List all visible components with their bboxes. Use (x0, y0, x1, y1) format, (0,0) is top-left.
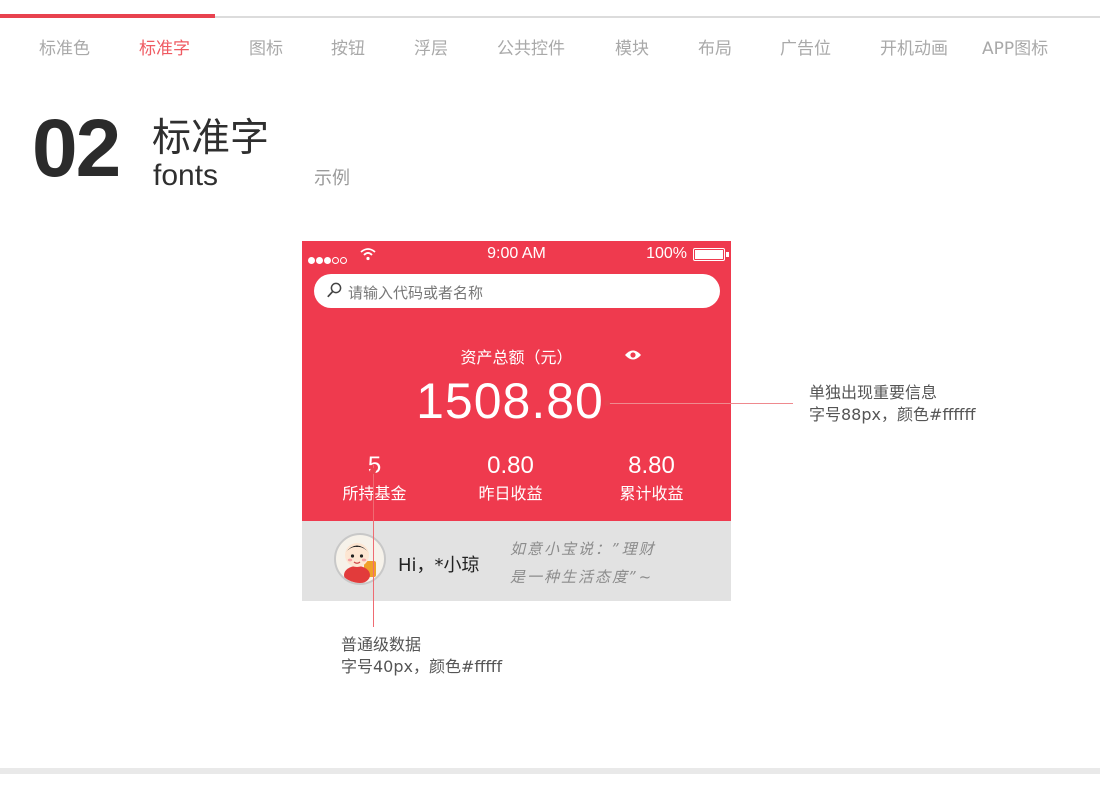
nav-item-modules[interactable]: 模块 (615, 34, 649, 59)
search-input[interactable]: 请输入代码或者名称 (314, 274, 720, 308)
nav-item-ad-slots[interactable]: 广告位 (780, 34, 831, 59)
battery-percent: 100% (646, 245, 687, 262)
asset-total-amount: 1508.80 (416, 373, 604, 429)
nav-item-app-icon[interactable]: APP图标 (982, 34, 1048, 59)
search-placeholder: 请输入代码或者名称 (348, 284, 484, 302)
nav-progress-indicator (0, 14, 215, 18)
annotation-leader-large (607, 403, 793, 404)
nav-item-icons[interactable]: 图标 (249, 34, 283, 59)
annotation-line: 字号40px，颜色#fffff (341, 657, 503, 676)
stat-total-earnings[interactable]: 8.80 累计收益 (580, 452, 723, 506)
nav-item-layout[interactable]: 布局 (698, 34, 732, 59)
section-title: 标准字 (152, 116, 270, 161)
mascot-quote: 如意小宝说：”理财 是一种生活态度”~ (510, 535, 720, 591)
nav-item-splash-animation[interactable]: 开机动画 (880, 34, 948, 59)
quote-line: 如意小宝说：”理财 (510, 540, 656, 558)
stat-value: 8.80 (628, 452, 675, 479)
asset-total-label: 资产总额（元） (460, 348, 573, 367)
annotation-marker-normal (370, 468, 376, 474)
eye-icon[interactable] (624, 346, 642, 365)
battery-icon (693, 248, 725, 261)
annotation-line: 字号88px，颜色#ffffff (809, 405, 976, 424)
stat-value: 0.80 (487, 452, 534, 479)
search-icon (326, 282, 342, 303)
status-bar: 9:00 AM 100% (302, 245, 731, 265)
annotation-normal-text: 普通级数据 字号40px，颜色#fffff (341, 634, 502, 678)
stat-value: 5 (367, 452, 382, 479)
nav-item-overlays[interactable]: 浮层 (414, 34, 448, 59)
bottom-divider (0, 768, 1100, 774)
annotation-marker-large (604, 400, 610, 406)
section-subtitle: fonts (153, 159, 219, 192)
nav-item-buttons[interactable]: 按钮 (331, 34, 365, 59)
stat-label: 昨日收益 (478, 484, 543, 503)
example-label: 示例 (314, 168, 350, 189)
top-nav: 标准色 标准字 图标 按钮 浮层 公共控件 模块 布局 广告位 开机动画 APP… (0, 34, 1100, 64)
phone-mockup: 9:00 AM 100% 请输入代码或者名称 资产总额（元） 1508.80 5… (302, 241, 731, 601)
stat-yesterday-earnings[interactable]: 0.80 昨日收益 (439, 452, 582, 506)
stat-held-funds[interactable]: 5 所持基金 (303, 452, 446, 506)
annotation-leader-normal (373, 465, 374, 627)
avatar[interactable] (334, 533, 386, 585)
annotation-line: 单独出现重要信息 (809, 383, 938, 402)
user-greeting: Hi，*小琼 (398, 555, 480, 576)
quote-line: 是一种生活态度”~ (510, 568, 654, 586)
stat-label: 所持基金 (342, 484, 407, 503)
battery-cap (726, 252, 729, 257)
annotation-line: 普通级数据 (341, 635, 422, 654)
section-number: 02 (32, 103, 121, 194)
nav-item-common-controls[interactable]: 公共控件 (497, 34, 565, 59)
nav-item-standard-colors[interactable]: 标准色 (39, 34, 90, 59)
nav-item-standard-fonts[interactable]: 标准字 (139, 34, 190, 59)
stat-label: 累计收益 (619, 484, 684, 503)
annotation-large-text: 单独出现重要信息 字号88px，颜色#ffffff (809, 382, 975, 426)
